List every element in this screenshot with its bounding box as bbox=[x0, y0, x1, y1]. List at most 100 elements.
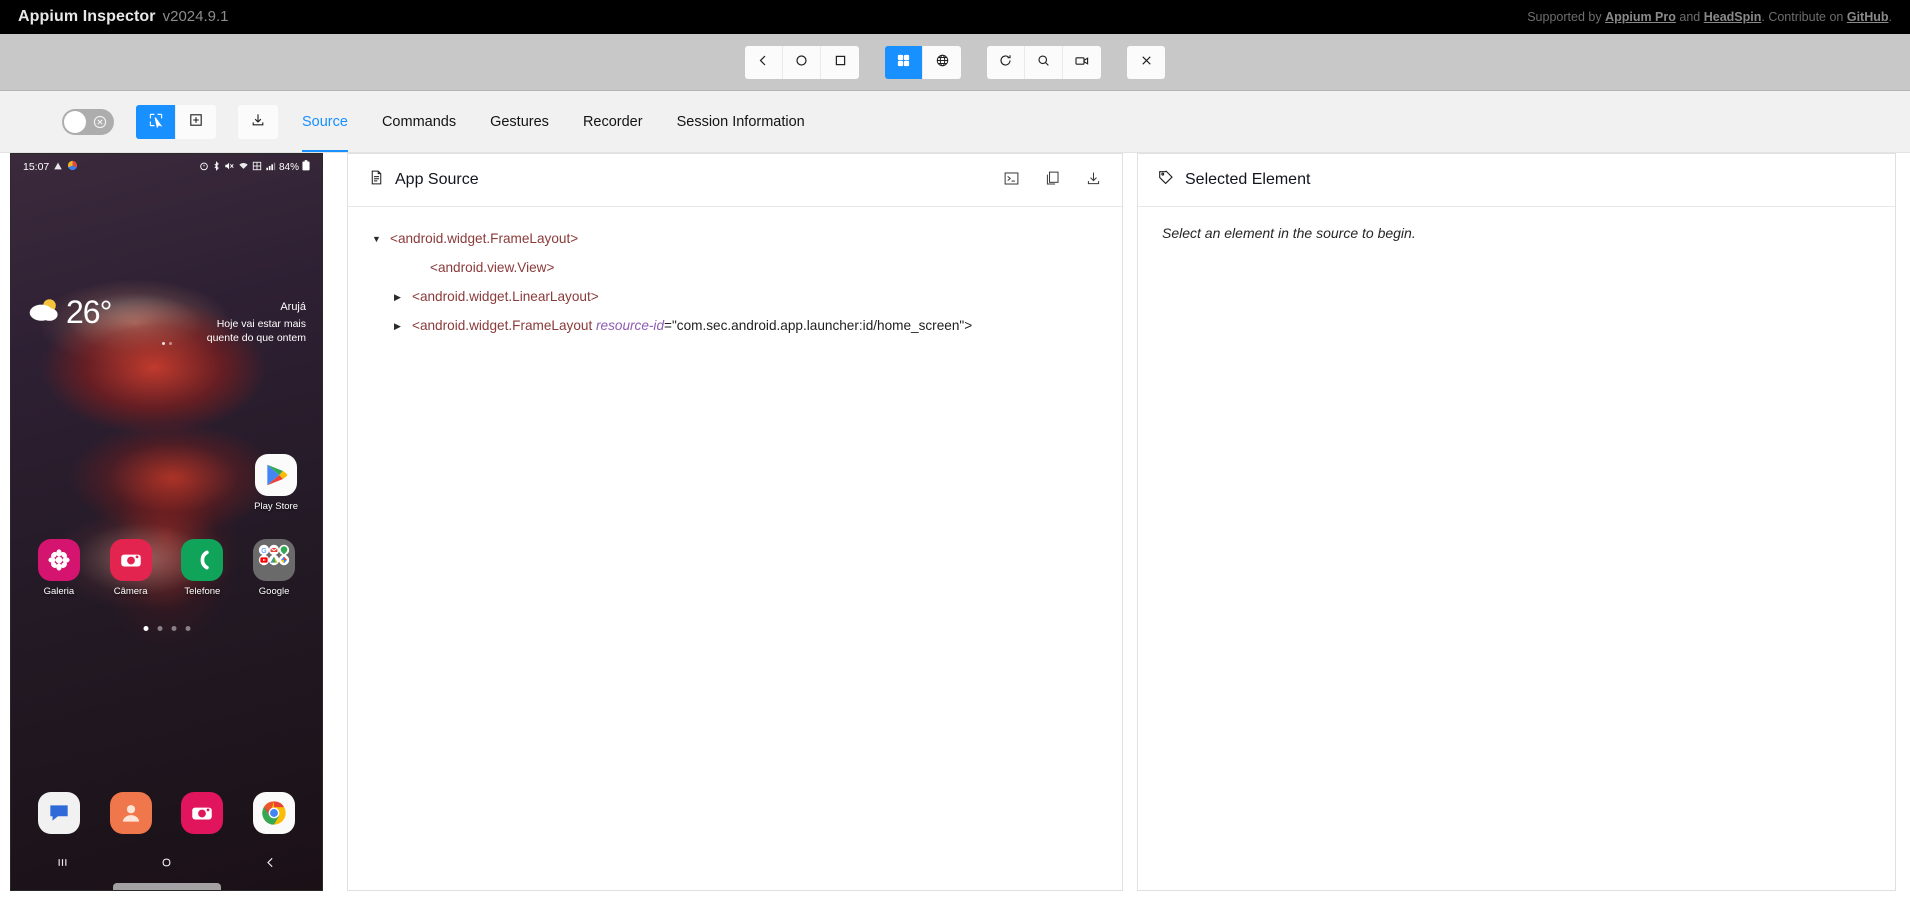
android-status-bar: 15:07 84% bbox=[11, 154, 322, 180]
supported-by-label: Supported by bbox=[1527, 10, 1606, 24]
back-button-icon[interactable] bbox=[263, 855, 278, 874]
weather-widget[interactable]: 26° Arujá Hoje vai estar mais quente do … bbox=[11, 294, 322, 345]
app-source-panel: App Source ▼ <android.widget.FrameLayout… bbox=[347, 153, 1123, 891]
sibling-actions-toggle[interactable] bbox=[62, 108, 114, 135]
gallery-icon bbox=[37, 539, 80, 581]
quit-session-button[interactable] bbox=[1127, 45, 1165, 79]
tab-recorder-label: Recorder bbox=[582, 113, 643, 130]
signal-icon bbox=[265, 161, 276, 174]
tab-gestures-label: Gestures bbox=[490, 113, 549, 130]
selected-element-empty-message: Select an element in the source to begin… bbox=[1162, 225, 1416, 241]
open-console-button[interactable] bbox=[1003, 170, 1020, 190]
status-time: 15:07 bbox=[23, 161, 50, 173]
tab-session-information[interactable]: Session Information bbox=[660, 91, 822, 152]
contribute-label: . Contribute on bbox=[1761, 10, 1847, 24]
refresh-source-button[interactable] bbox=[987, 45, 1025, 79]
file-text-icon bbox=[368, 169, 385, 191]
device-toolbar bbox=[0, 34, 1910, 91]
home-dock bbox=[11, 792, 322, 834]
app-icon-camera[interactable]: Câmera bbox=[109, 539, 152, 597]
tree-node-attr-value: ="com.sec.android.app.launcher:id/home_s… bbox=[664, 317, 973, 333]
phone-icon bbox=[181, 539, 224, 581]
headspin-link[interactable]: HeadSpin bbox=[1704, 10, 1762, 24]
close-icon bbox=[1139, 53, 1154, 71]
app-icon-galeria[interactable]: Galeria bbox=[37, 539, 80, 597]
vpn-icon bbox=[252, 161, 262, 174]
period-label: . bbox=[1888, 10, 1892, 24]
wallpaper bbox=[11, 154, 322, 890]
chrome-icon[interactable] bbox=[253, 792, 296, 834]
contacts-icon[interactable] bbox=[109, 792, 152, 834]
play-store-icon bbox=[255, 454, 298, 496]
svg-text:G: G bbox=[261, 548, 266, 555]
page-dot-2[interactable] bbox=[157, 626, 162, 631]
gesture-pill bbox=[112, 883, 221, 890]
weather-city: Arujá bbox=[280, 301, 306, 313]
app-source-body[interactable]: ▼ <android.widget.FrameLayout> <android.… bbox=[348, 207, 1122, 890]
save-screenshot-button[interactable] bbox=[238, 104, 278, 139]
start-recording-button[interactable] bbox=[1063, 45, 1101, 79]
square-icon bbox=[833, 53, 848, 71]
device-screenshot[interactable]: 15:07 84% 26° Arujá Hoje vai estar mais … bbox=[10, 153, 323, 891]
tab-commands[interactable]: Commands bbox=[365, 91, 473, 152]
google-folder-icon: G bbox=[253, 539, 296, 581]
app-version: v2024.9.1 bbox=[162, 8, 229, 25]
select-elements-button[interactable] bbox=[136, 104, 176, 139]
appium-pro-link[interactable]: Appium Pro bbox=[1605, 10, 1676, 24]
tree-node[interactable]: <android.view.View> bbox=[372, 254, 1098, 283]
tree-node-attr-name: resource-id bbox=[596, 317, 665, 333]
home-button[interactable] bbox=[783, 45, 821, 79]
context-button-group bbox=[885, 45, 961, 79]
selected-element-title: Selected Element bbox=[1185, 171, 1311, 188]
page-dot-3[interactable] bbox=[171, 626, 176, 631]
camera-icon bbox=[109, 539, 152, 581]
home-button-icon[interactable] bbox=[159, 855, 174, 874]
page-dot-4[interactable] bbox=[185, 626, 190, 631]
tree-node[interactable]: ▶ <android.widget.FrameLayout resource-i… bbox=[372, 312, 1098, 341]
caret-right-icon[interactable]: ▶ bbox=[394, 290, 412, 303]
tap-swipe-coordinates-button[interactable] bbox=[176, 104, 216, 139]
circle-icon bbox=[794, 53, 809, 71]
dock-camera-icon[interactable] bbox=[181, 792, 224, 834]
caret-down-icon[interactable]: ▼ bbox=[372, 232, 390, 245]
back-button[interactable] bbox=[745, 45, 783, 79]
app-source-header: App Source bbox=[348, 154, 1122, 207]
recents-button-icon[interactable] bbox=[55, 855, 70, 874]
notification-triangle-icon bbox=[53, 161, 63, 174]
tab-commands-label: Commands bbox=[381, 113, 457, 130]
caret-right-icon[interactable]: ▶ bbox=[394, 319, 412, 332]
web-view-mode-button[interactable] bbox=[923, 45, 961, 79]
weather-message-line1: Hoje vai estar mais bbox=[216, 317, 306, 330]
app-icon-play-store[interactable]: Play Store bbox=[254, 454, 298, 512]
selected-element-header: Selected Element bbox=[1138, 154, 1895, 207]
download-xml-button[interactable] bbox=[1085, 170, 1102, 190]
play-store-app[interactable]: Play Store bbox=[254, 454, 298, 512]
weather-dot-active bbox=[161, 342, 165, 345]
page-dot-1[interactable] bbox=[143, 626, 148, 631]
app-notification-icon bbox=[67, 160, 78, 174]
title-bar-left: Appium Inspector v2024.9.1 bbox=[18, 8, 229, 26]
tree-node[interactable]: ▶ <android.widget.LinearLayout> bbox=[372, 283, 1098, 312]
tab-source-label: Source bbox=[302, 113, 348, 130]
app-source-actions bbox=[1003, 170, 1102, 190]
weather-page-dots bbox=[161, 342, 172, 345]
app-label-telefone: Telefone bbox=[184, 586, 221, 597]
inspector-tools bbox=[0, 104, 285, 139]
copy-icon bbox=[1044, 170, 1061, 190]
tab-recorder[interactable]: Recorder bbox=[566, 91, 660, 152]
search-element-button[interactable] bbox=[1025, 45, 1063, 79]
inspector-secondary-bar: Source Commands Gestures Recorder Sessio… bbox=[0, 91, 1910, 153]
copy-xml-button[interactable] bbox=[1044, 170, 1061, 190]
github-link[interactable]: GitHub bbox=[1847, 10, 1889, 24]
main-tabs: Source Commands Gestures Recorder Sessio… bbox=[285, 91, 822, 152]
app-icon-telefone[interactable]: Telefone bbox=[181, 539, 224, 597]
tab-source[interactable]: Source bbox=[285, 91, 365, 152]
alarm-icon bbox=[199, 161, 209, 174]
tab-gestures[interactable]: Gestures bbox=[473, 91, 566, 152]
tree-node[interactable]: ▼ <android.widget.FrameLayout> bbox=[372, 225, 1098, 254]
app-folder-google[interactable]: G Google bbox=[253, 539, 296, 597]
messages-icon[interactable] bbox=[37, 792, 80, 834]
app-switch-button[interactable] bbox=[821, 45, 859, 79]
native-app-mode-button[interactable] bbox=[885, 45, 923, 79]
tree-node-tag: <android.widget.FrameLayout bbox=[412, 317, 597, 333]
